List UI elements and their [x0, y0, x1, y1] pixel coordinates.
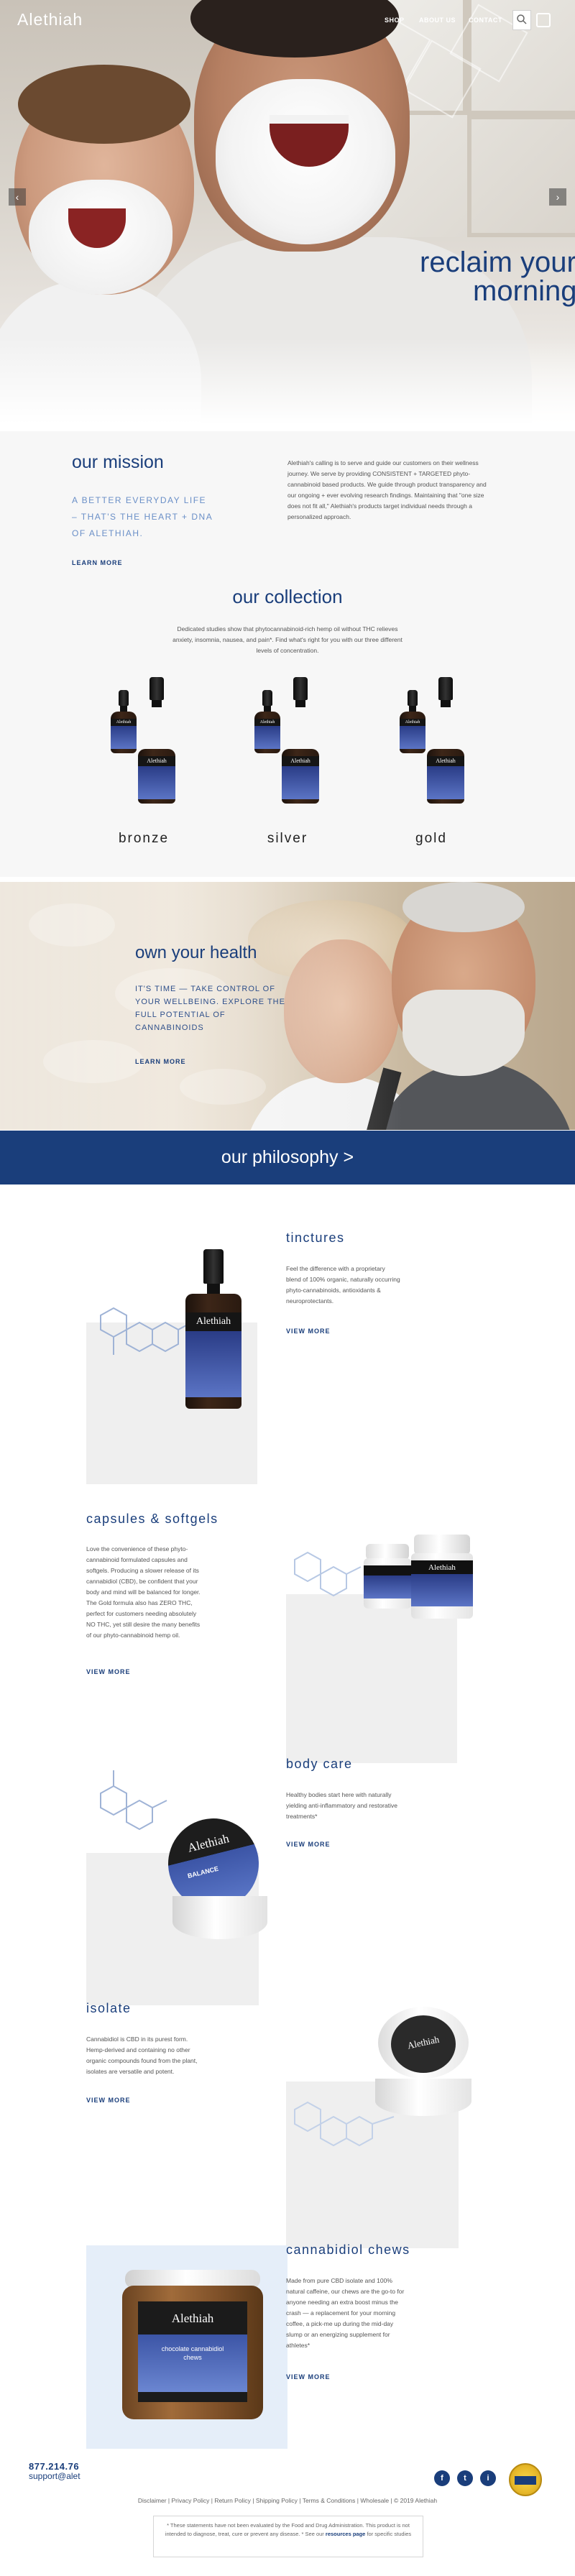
bottle-label-text: Alethiah	[428, 1563, 456, 1572]
instagram-icon[interactable]: i	[480, 2470, 496, 2486]
jar-label-text: Alethiah	[186, 1831, 231, 1855]
body-care-body: Healthy bodies start here with naturally…	[286, 1791, 397, 1820]
softgels-bottle-image[interactable]: Alethiah	[411, 1535, 473, 1619]
site-logo[interactable]: Alethiah	[17, 10, 83, 29]
slider-prev-arrow[interactable]: ‹	[9, 188, 26, 206]
hero-photo-hair	[18, 65, 190, 144]
molecule-icon	[100, 1770, 167, 1831]
capsules-body: Love the convenience of these phyto-cann…	[86, 1545, 201, 1639]
certification-badge-icon	[509, 2463, 542, 2496]
gold-large-bottle[interactable]: Alethiah	[427, 677, 464, 804]
tinctures-body: Feel the difference with a proprietary b…	[286, 1265, 400, 1305]
jar-lid-label: Alethiah	[391, 2015, 456, 2073]
tier-bronze[interactable]: bronze	[101, 831, 187, 847]
hero-banner	[0, 0, 575, 424]
slider-next-arrow[interactable]: ›	[549, 188, 566, 206]
capsules-bottle-image[interactable]	[364, 1544, 411, 1609]
jar-body: Alethiah chocolate cannabidiol chews	[122, 2286, 263, 2419]
tinctures-title: tinctures	[286, 1230, 345, 1245]
footer-phone[interactable]: 877.214.76	[29, 2461, 79, 2472]
own-health-body: IT'S TIME — TAKE CONTROL OF YOUR WELLBEI…	[135, 985, 285, 1032]
capsules-backdrop	[286, 1594, 457, 1763]
mission-learn-more-link[interactable]: LEARN MORE	[72, 559, 123, 566]
isolate-body: Cannabidiol is CBD in its purest form. H…	[86, 2036, 198, 2075]
bottle-label-text: Alethiah	[427, 756, 464, 766]
capsules-title: capsules & softgels	[86, 1512, 218, 1526]
jar-sub-label: chocolate cannabidiol chews	[161, 2345, 224, 2361]
bottle-label-text: Alethiah	[111, 719, 137, 726]
search-button[interactable]	[512, 10, 531, 30]
gold-small-bottle[interactable]: Alethiah	[400, 690, 426, 753]
footer-email[interactable]: support@alet	[29, 2471, 80, 2481]
own-health-learn-more-link[interactable]: LEARN MORE	[135, 1058, 186, 1065]
twitter-icon[interactable]: t	[457, 2470, 473, 2486]
jar-label-text: Alethiah	[406, 2033, 441, 2051]
tinctures-view-more-link[interactable]: VIEW MORE	[286, 1328, 331, 1335]
facebook-icon[interactable]: f	[434, 2470, 450, 2486]
collection-body: Dedicated studies show that phytocannabi…	[172, 625, 402, 654]
silver-large-bottle[interactable]: Alethiah	[282, 677, 319, 804]
nav-link-shop[interactable]: SHOP	[385, 17, 405, 24]
chews-title: cannabidiol chews	[286, 2242, 410, 2257]
health-photo-hair	[402, 882, 525, 932]
tier-silver[interactable]: silver	[244, 831, 331, 847]
hero-tagline-line: morning	[473, 275, 575, 307]
fda-disclaimer: * These statements have not been evaluat…	[153, 2516, 423, 2557]
footer-link-wholesale[interactable]: Wholesale	[360, 2497, 389, 2504]
tier-gold[interactable]: gold	[388, 831, 474, 847]
hero-tagline-line: reclaim your	[420, 247, 575, 278]
footer-link-return[interactable]: Return Policy	[214, 2497, 251, 2504]
bronze-large-bottle[interactable]: Alethiah	[138, 677, 175, 804]
jar-label: Alethiah chocolate cannabidiol chews	[138, 2301, 247, 2402]
mission-title: our mission	[72, 452, 164, 472]
mission-body: Alethiah's calling is to serve and guide…	[288, 459, 487, 520]
footer-link-shipping[interactable]: Shipping Policy	[256, 2497, 298, 2504]
chews-body: Made from pure CBD isolate and 100% natu…	[286, 2277, 405, 2349]
footer-copyright: © 2019 Alethiah	[393, 2497, 438, 2504]
isolate-title: isolate	[86, 2001, 132, 2015]
isolate-jar-image[interactable]: Alethiah	[375, 2007, 472, 2122]
resources-page-link[interactable]: resources page	[326, 2531, 365, 2537]
isolate-view-more-link[interactable]: VIEW MORE	[86, 2097, 131, 2104]
bottle-label-text: Alethiah	[185, 1312, 242, 1331]
mission-subtitle: A BETTER EVERYDAY LIFE – THAT'S THE HEAR…	[72, 495, 213, 538]
own-health-title: own your health	[135, 943, 257, 962]
hero-tagline: reclaim your morning	[420, 248, 575, 305]
body-care-view-more-link[interactable]: VIEW MORE	[286, 1841, 331, 1848]
tincture-bottle-image[interactable]: Alethiah	[185, 1249, 242, 1409]
capsules-view-more-link[interactable]: VIEW MORE	[86, 1668, 131, 1675]
hero-fade	[0, 338, 575, 424]
chews-view-more-link[interactable]: VIEW MORE	[286, 2373, 331, 2380]
health-photo-beard	[402, 990, 525, 1076]
philosophy-label: our philosophy >	[221, 1147, 354, 1167]
jar-sub-label: BALANCE	[186, 1864, 219, 1880]
footer-link-privacy[interactable]: Privacy Policy	[171, 2497, 209, 2504]
bottle-label-text: Alethiah	[138, 756, 175, 766]
bronze-small-bottle[interactable]: Alethiah	[111, 690, 137, 753]
hero-window-frame	[467, 115, 575, 237]
search-icon	[517, 14, 527, 24]
jar-label-text: Alethiah	[171, 2312, 214, 2325]
chews-jar-image[interactable]: Alethiah chocolate cannabidiol chews	[122, 2270, 263, 2421]
silver-small-bottle[interactable]: Alethiah	[254, 690, 280, 753]
top-navigation: Alethiah SHOP ABOUT US CONTACT	[0, 0, 575, 40]
philosophy-banner-link[interactable]: our philosophy >	[0, 1131, 575, 1184]
body-care-jar-image[interactable]: Alethiah BALANCE	[158, 1808, 269, 1948]
cart-icon[interactable]	[536, 13, 551, 27]
footer-link-terms[interactable]: Terms & Conditions	[303, 2497, 356, 2504]
bottle-label-text: Alethiah	[400, 719, 426, 726]
nav-link-about-us[interactable]: ABOUT US	[419, 17, 456, 24]
bottle-label-text: Alethiah	[282, 756, 319, 766]
footer-links: Disclaimer | Privacy Policy | Return Pol…	[137, 2497, 438, 2504]
bottle-label-text: Alethiah	[254, 719, 280, 726]
nav-link-contact[interactable]: CONTACT	[469, 17, 502, 24]
body-care-title: body care	[286, 1757, 353, 1771]
footer-link-disclaimer[interactable]: Disclaimer	[138, 2497, 167, 2504]
disclaimer-tail: for specific studies	[367, 2531, 412, 2537]
collection-title: our collection	[232, 586, 343, 607]
